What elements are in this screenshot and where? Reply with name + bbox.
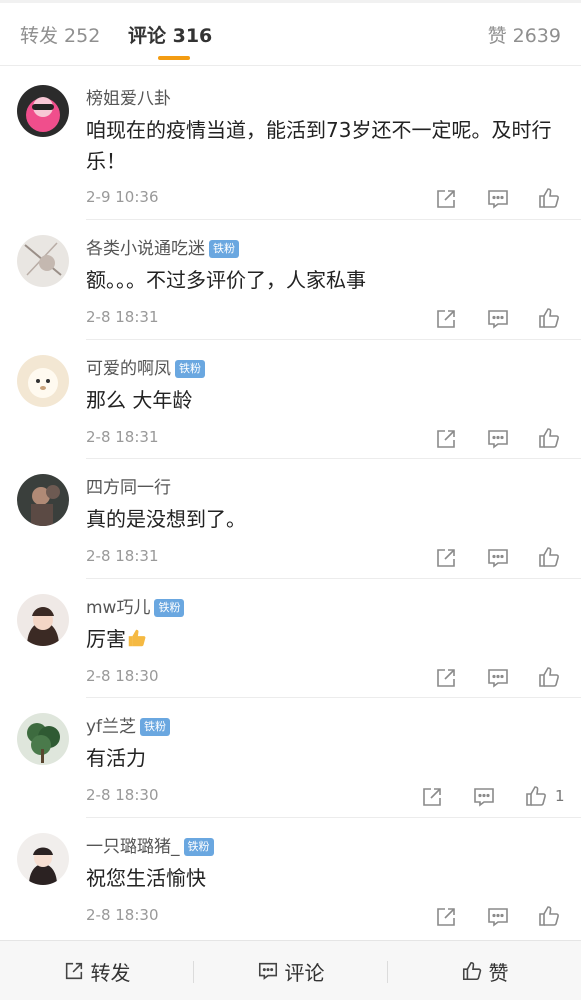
like-icon[interactable] (537, 306, 561, 330)
fan-badge: 铁粉 (175, 359, 205, 378)
tab-comments[interactable]: 评论 316 (128, 25, 212, 47)
comment-time: 2-8 18:30 (86, 786, 159, 804)
username[interactable]: 可爱的啊凤 铁粉 (86, 354, 205, 379)
comment-text: 厉害 (86, 624, 566, 655)
comment-time: 2-8 18:30 (86, 666, 159, 685)
comment-item: mw巧儿 铁粉 厉害 2-8 18:30 (0, 579, 581, 698)
avatar[interactable] (17, 235, 69, 287)
avatar[interactable] (17, 593, 69, 646)
fan-badge: 铁粉 (183, 837, 214, 856)
like-icon[interactable] (537, 426, 561, 450)
avatar[interactable] (17, 832, 69, 885)
comment-text: 那么 大年龄 (86, 387, 193, 412)
username[interactable]: mw巧儿 铁粉 (86, 593, 185, 618)
comment-time: 2-8 18:30 (86, 905, 159, 924)
share-icon[interactable] (434, 905, 458, 929)
bottom-action-bar: 转发 评论 赞 (0, 940, 581, 1000)
comment-time: 2-9 10:36 (86, 188, 159, 206)
username[interactable]: yf兰芝 铁粉 (86, 712, 171, 737)
comment-icon (258, 962, 277, 980)
comment-text: 咱现在的疫情当道，能活到73岁还不一定呢。及时行乐！ (86, 118, 552, 173)
repost-label: 转发 (90, 960, 131, 985)
comment-icon[interactable] (486, 905, 510, 929)
tab-likes[interactable]: 赞 2639 (488, 21, 561, 48)
comment-icon[interactable] (486, 546, 510, 570)
comment-text: 额。。。不过多评价了，人家私事 (86, 268, 366, 292)
like-icon[interactable] (537, 904, 561, 928)
share-icon[interactable] (434, 187, 458, 211)
like-count: 1 (555, 787, 565, 805)
comment-item: 四方同一行 真的是没想到了。 2-8 18:31 (0, 459, 581, 579)
comment-item: 可爱的啊凤 铁粉 那么 大年龄 2-8 18:31 (0, 340, 581, 459)
comment-text: 有活力 (86, 746, 146, 770)
comment-time: 2-8 18:31 (86, 427, 159, 446)
username[interactable]: 一只璐璐猪_ 铁粉 (86, 832, 214, 857)
share-icon[interactable] (434, 307, 458, 331)
comment-time: 2-8 18:31 (86, 308, 159, 326)
comment-item: 一只璐璐猪_ 铁粉 祝您生活愉快 2-8 18:30 (0, 818, 581, 938)
share-icon[interactable] (434, 666, 458, 690)
comment-icon[interactable] (472, 785, 496, 809)
fan-badge: 铁粉 (209, 240, 239, 258)
comment-icon[interactable] (486, 666, 510, 690)
share-icon[interactable] (420, 785, 444, 809)
thumbs-up-emoji (128, 629, 146, 646)
active-tab-indicator (158, 56, 190, 60)
repost-button[interactable]: 转发 (0, 941, 193, 1001)
fan-badge: 铁粉 (154, 598, 185, 617)
like-icon[interactable] (537, 665, 561, 689)
avatar[interactable] (17, 85, 69, 137)
like-button[interactable]: 赞 (388, 941, 581, 1001)
comment-text: 祝您生活愉快 (86, 865, 206, 890)
share-icon (65, 962, 82, 980)
like-label: 赞 (488, 960, 509, 985)
comment-label: 评论 (284, 960, 325, 985)
comment-item: 各类小说通吃迷 铁粉 额。。。不过多评价了，人家私事 2-8 18:31 (0, 220, 581, 340)
like-icon[interactable] (537, 545, 561, 569)
comment-button[interactable]: 评论 (194, 941, 387, 1001)
avatar[interactable] (17, 354, 69, 407)
share-icon[interactable] (434, 427, 458, 451)
comment-list: 榜姐爱八卦 咱现在的疫情当道，能活到73岁还不一定呢。及时行乐！ 2-9 10:… (0, 70, 581, 937)
fan-badge: 铁粉 (140, 718, 171, 736)
username[interactable]: 四方同一行 (86, 473, 171, 498)
like-icon[interactable] (524, 784, 548, 808)
avatar[interactable] (17, 474, 69, 526)
username[interactable]: 各类小说通吃迷 铁粉 (86, 234, 239, 259)
comment-item: 榜姐爱八卦 咱现在的疫情当道，能活到73岁还不一定呢。及时行乐！ 2-9 10:… (0, 70, 581, 220)
like-icon (462, 961, 481, 981)
tab-bar: 转发 252 评论 316 赞 2639 (0, 0, 581, 66)
username[interactable]: 榜姐爱八卦 (86, 84, 171, 109)
comment-text: 真的是没想到了。 (86, 507, 246, 531)
comment-icon[interactable] (486, 307, 510, 331)
comment-time: 2-8 18:31 (86, 547, 159, 565)
comment-icon[interactable] (486, 427, 510, 451)
share-icon[interactable] (434, 546, 458, 570)
like-icon[interactable] (537, 186, 561, 210)
tab-repost[interactable]: 转发 252 (20, 21, 100, 48)
comment-icon[interactable] (486, 187, 510, 211)
avatar[interactable] (17, 713, 69, 765)
comment-item: yf兰芝 铁粉 有活力 2-8 18:30 1 (0, 698, 581, 818)
